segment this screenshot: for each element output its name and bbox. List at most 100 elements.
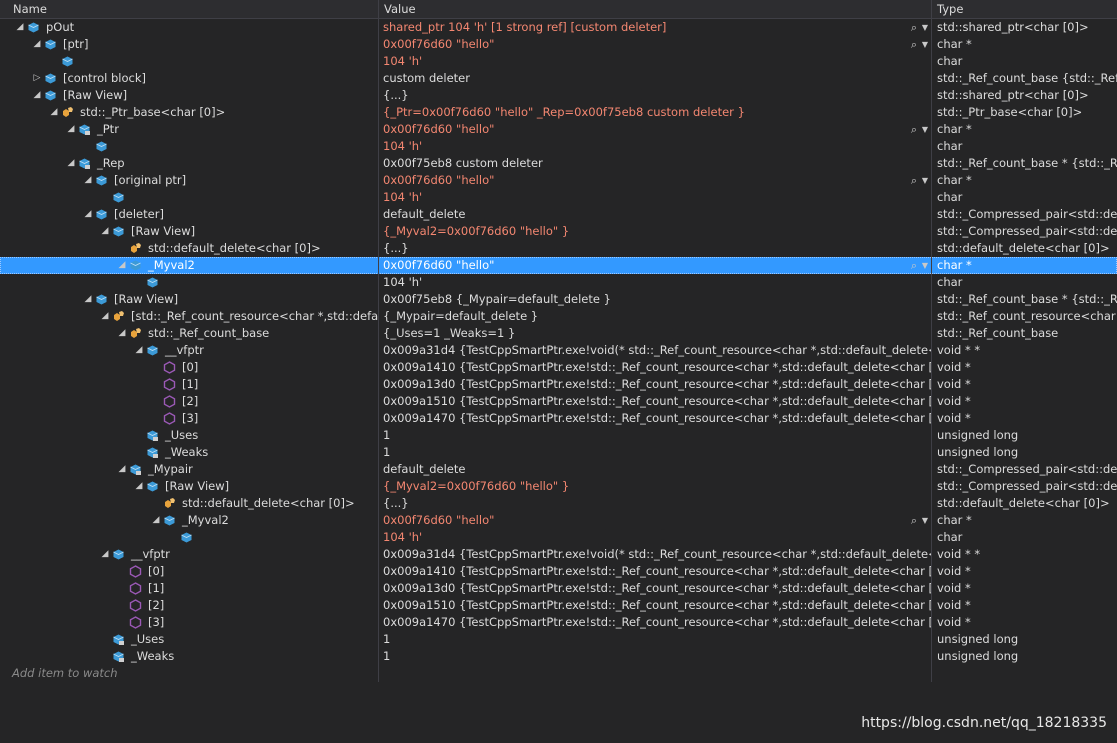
watch-row[interactable]: ◢ _Ptr 0x00f76d60 "hello" ⌕ ▼ char * bbox=[0, 121, 1117, 138]
value-cell[interactable]: {_Mypair=default_delete } bbox=[378, 308, 931, 325]
magnifier-icon[interactable]: ⌕ bbox=[911, 36, 917, 53]
value-cell[interactable]: 0x009a1470 {TestCppSmartPtr.exe!std::_Re… bbox=[378, 410, 931, 427]
watch-row[interactable]: ▷ [control block] custom deleter std::_Ref_… bbox=[0, 70, 1117, 87]
watch-row[interactable]: ◢ [original ptr] 0x00f76d60 "hello" ⌕ ▼ char … bbox=[0, 172, 1117, 189]
value-cell[interactable]: 0x009a1510 {TestCppSmartPtr.exe!std::_Re… bbox=[378, 393, 931, 410]
value-cell[interactable]: {_Ptr=0x00f76d60 "hello" _Rep=0x00f75eb8… bbox=[378, 104, 931, 121]
value-cell[interactable]: 1 bbox=[378, 427, 931, 444]
visualizer-dropdown-icon[interactable]: ▼ bbox=[922, 172, 928, 189]
value-cell[interactable]: 0x009a13d0 {TestCppSmartPtr.exe!std::_Re… bbox=[378, 376, 931, 393]
watch-row[interactable]: 104 'h' char bbox=[0, 189, 1117, 206]
collapse-arrow-icon[interactable]: ◢ bbox=[32, 36, 42, 53]
watch-row[interactable]: std::default_delete<char [0]> {...} std::d… bbox=[0, 240, 1117, 257]
collapse-arrow-icon[interactable]: ◢ bbox=[134, 478, 144, 495]
watch-row[interactable]: ◢ _Myval2 0x00f76d60 "hello" ⌕ ▼ char * bbox=[0, 257, 1117, 274]
value-cell[interactable]: 0x00f75eb8 custom deleter bbox=[378, 155, 931, 172]
value-cell[interactable]: {...} bbox=[378, 495, 931, 512]
watch-row[interactable]: [3] 0x009a1470 {TestCppSmartPtr.exe!std::… bbox=[0, 614, 1117, 631]
value-cell[interactable]: {_Myval2=0x00f76d60 "hello" } bbox=[378, 223, 931, 240]
value-cell[interactable]: 0x009a31d4 {TestCppSmartPtr.exe!void(* s… bbox=[378, 546, 931, 563]
collapse-arrow-icon[interactable]: ◢ bbox=[117, 257, 127, 274]
visualizer-dropdown-icon[interactable]: ▼ bbox=[922, 36, 928, 53]
collapse-arrow-icon[interactable]: ◢ bbox=[117, 461, 127, 478]
magnifier-icon[interactable]: ⌕ bbox=[911, 19, 917, 36]
collapse-arrow-icon[interactable]: ◢ bbox=[100, 223, 110, 240]
watch-row[interactable]: [0] 0x009a1410 {TestCppSmartPtr.exe!std::… bbox=[0, 359, 1117, 376]
visualizer-dropdown-icon[interactable]: ▼ bbox=[922, 257, 928, 274]
value-cell[interactable]: 104 'h' bbox=[378, 189, 931, 206]
visualizer-dropdown-icon[interactable]: ▼ bbox=[922, 512, 928, 529]
type-column-header[interactable]: Type bbox=[931, 0, 1117, 18]
collapse-arrow-icon[interactable]: ◢ bbox=[49, 104, 59, 121]
value-cell[interactable]: 1 bbox=[378, 631, 931, 648]
watch-row[interactable]: [2] 0x009a1510 {TestCppSmartPtr.exe!std::… bbox=[0, 597, 1117, 614]
value-cell[interactable]: 0x00f76d60 "hello" ⌕ ▼ bbox=[378, 512, 931, 529]
watch-row[interactable]: ◢ std::_Ptr_base<char [0]> {_Ptr=0x00f76d6… bbox=[0, 104, 1117, 121]
watch-row[interactable]: ◢ __vfptr 0x009a31d4 {TestCppSmartPtr.exe!… bbox=[0, 342, 1117, 359]
watch-row[interactable]: ◢ _Rep 0x00f75eb8 custom deleter std::_Ref_… bbox=[0, 155, 1117, 172]
value-cell[interactable]: shared_ptr 104 'h' [1 strong ref] [custo… bbox=[378, 19, 931, 36]
watch-row[interactable]: ◢ [Raw View] 0x00f75eb8 {_Mypair=default_d… bbox=[0, 291, 1117, 308]
value-cell[interactable]: 1 bbox=[378, 648, 931, 665]
value-cell[interactable]: 104 'h' bbox=[378, 529, 931, 546]
watch-row[interactable]: ◢ _Myval2 0x00f76d60 "hello" ⌕ ▼ char * bbox=[0, 512, 1117, 529]
watch-row[interactable]: _Weaks 1 unsigned long bbox=[0, 648, 1117, 665]
watch-row[interactable]: ◢ __vfptr 0x009a31d4 {TestCppSmartPtr.exe!… bbox=[0, 546, 1117, 563]
value-cell[interactable]: 104 'h' bbox=[378, 53, 931, 70]
add-watch-row[interactable]: Add item to watch bbox=[0, 665, 1117, 682]
magnifier-icon[interactable]: ⌕ bbox=[911, 512, 917, 529]
add-item-input[interactable]: Add item to watch bbox=[12, 665, 118, 682]
value-cell[interactable]: {_Myval2=0x00f76d60 "hello" } bbox=[378, 478, 931, 495]
value-cell[interactable]: default_delete bbox=[378, 206, 931, 223]
watch-row[interactable]: ◢ [Raw View] {_Myval2=0x00f76d60 "hello" }… bbox=[0, 478, 1117, 495]
value-cell[interactable]: 1 bbox=[378, 444, 931, 461]
value-cell[interactable]: 0x00f75eb8 {_Mypair=default_delete } bbox=[378, 291, 931, 308]
watch-row[interactable]: ◢ _Mypair default_delete std::_Compressed_p… bbox=[0, 461, 1117, 478]
name-column-header[interactable]: Name bbox=[0, 0, 378, 18]
value-cell[interactable]: 0x009a13d0 {TestCppSmartPtr.exe!std::_Re… bbox=[378, 580, 931, 597]
watch-row[interactable]: 104 'h' char bbox=[0, 53, 1117, 70]
value-cell[interactable]: default_delete bbox=[378, 461, 931, 478]
watch-row[interactable]: ◢ [std::_Ref_count_resource<char *,std::d… bbox=[0, 308, 1117, 325]
value-cell[interactable]: 104 'h' bbox=[378, 274, 931, 291]
collapse-arrow-icon[interactable]: ◢ bbox=[100, 546, 110, 563]
collapse-arrow-icon[interactable]: ◢ bbox=[134, 342, 144, 359]
value-cell[interactable]: {...} bbox=[378, 87, 931, 104]
value-cell[interactable]: 0x009a1510 {TestCppSmartPtr.exe!std::_Re… bbox=[378, 597, 931, 614]
magnifier-icon[interactable]: ⌕ bbox=[911, 172, 917, 189]
watch-row[interactable]: [2] 0x009a1510 {TestCppSmartPtr.exe!std::… bbox=[0, 393, 1117, 410]
watch-row[interactable]: _Weaks 1 unsigned long bbox=[0, 444, 1117, 461]
magnifier-icon[interactable]: ⌕ bbox=[911, 121, 917, 138]
watch-row[interactable]: 104 'h' char bbox=[0, 274, 1117, 291]
watch-row[interactable]: ◢ pOut shared_ptr 104 'h' [1 strong ref] [… bbox=[0, 19, 1117, 36]
watch-row[interactable]: [3] 0x009a1470 {TestCppSmartPtr.exe!std::… bbox=[0, 410, 1117, 427]
watch-row[interactable]: [1] 0x009a13d0 {TestCppSmartPtr.exe!std::… bbox=[0, 376, 1117, 393]
collapse-arrow-icon[interactable]: ◢ bbox=[66, 155, 76, 172]
value-cell[interactable]: {_Uses=1 _Weaks=1 } bbox=[378, 325, 931, 342]
value-column-header[interactable]: Value bbox=[378, 0, 931, 18]
watch-row[interactable]: [0] 0x009a1410 {TestCppSmartPtr.exe!std::… bbox=[0, 563, 1117, 580]
watch-row[interactable]: ◢ [Raw View] {_Myval2=0x00f76d60 "hello" }… bbox=[0, 223, 1117, 240]
value-cell[interactable]: 0x009a1410 {TestCppSmartPtr.exe!std::_Re… bbox=[378, 359, 931, 376]
watch-row[interactable]: _Uses 1 unsigned long bbox=[0, 631, 1117, 648]
collapse-arrow-icon[interactable]: ◢ bbox=[66, 121, 76, 138]
magnifier-icon[interactable]: ⌕ bbox=[911, 257, 917, 274]
visualizer-dropdown-icon[interactable]: ▼ bbox=[922, 19, 928, 36]
watch-row[interactable]: _Uses 1 unsigned long bbox=[0, 427, 1117, 444]
value-cell[interactable]: 0x009a31d4 {TestCppSmartPtr.exe!void(* s… bbox=[378, 342, 931, 359]
collapse-arrow-icon[interactable]: ◢ bbox=[151, 512, 161, 529]
value-cell[interactable]: 0x009a1410 {TestCppSmartPtr.exe!std::_Re… bbox=[378, 563, 931, 580]
watch-row[interactable]: ◢ std::_Ref_count_base {_Uses=1 _Weaks=1 }… bbox=[0, 325, 1117, 342]
value-cell[interactable]: 104 'h' bbox=[378, 138, 931, 155]
value-cell[interactable]: 0x00f76d60 "hello" ⌕ ▼ bbox=[378, 121, 931, 138]
value-cell[interactable]: 0x00f76d60 "hello" ⌕ ▼ bbox=[378, 257, 931, 274]
visualizer-dropdown-icon[interactable]: ▼ bbox=[922, 121, 928, 138]
collapse-arrow-icon[interactable]: ◢ bbox=[100, 308, 110, 325]
expand-arrow-icon[interactable]: ▷ bbox=[32, 70, 42, 87]
watch-row[interactable]: [1] 0x009a13d0 {TestCppSmartPtr.exe!std::… bbox=[0, 580, 1117, 597]
watch-row[interactable]: ◢ [Raw View] {...} std::shared_ptr<char [0]… bbox=[0, 87, 1117, 104]
value-cell[interactable]: 0x00f76d60 "hello" ⌕ ▼ bbox=[378, 36, 931, 53]
value-cell[interactable]: 0x00f76d60 "hello" ⌕ ▼ bbox=[378, 172, 931, 189]
collapse-arrow-icon[interactable]: ◢ bbox=[32, 87, 42, 104]
watch-row[interactable]: ◢ [ptr] 0x00f76d60 "hello" ⌕ ▼ char * bbox=[0, 36, 1117, 53]
